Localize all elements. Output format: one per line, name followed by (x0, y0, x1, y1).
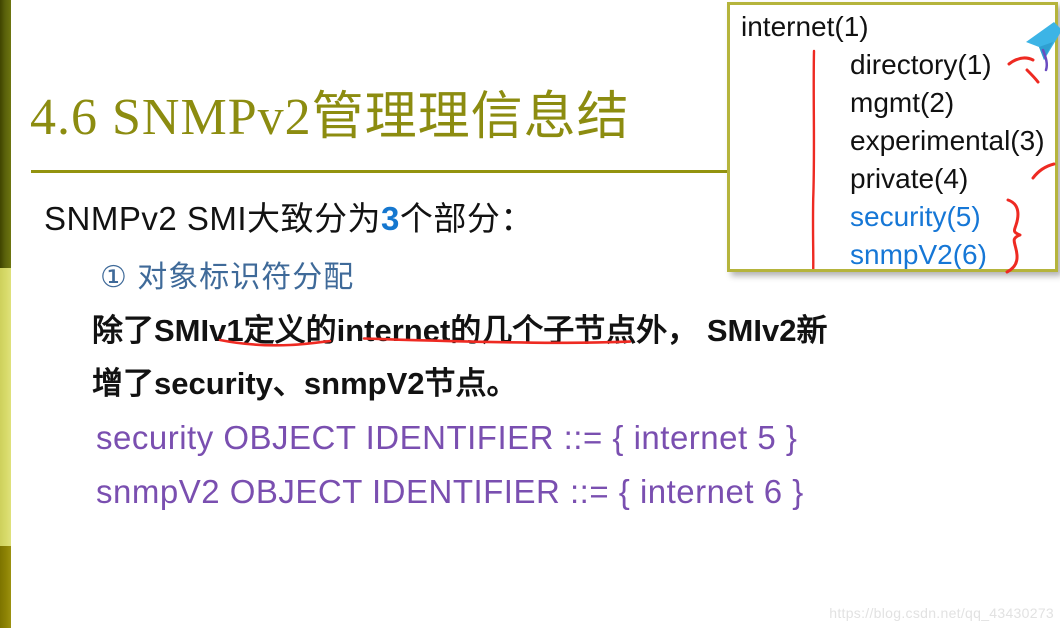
red-brace-icon (996, 196, 1046, 276)
watermark-text: https://blog.csdn.net/qq_43430273 (829, 605, 1054, 621)
body-line-1-suffix: 个部分： (399, 200, 534, 237)
red-vertical-stroke (810, 49, 818, 269)
red-underline-internet-subnodes (362, 336, 634, 346)
body-line-2-subheading: ① 对象标识符分配 (100, 261, 355, 294)
title-underline-rule (31, 170, 731, 173)
red-underline-smiv1 (218, 337, 333, 347)
left-accent-strip-top (0, 0, 11, 268)
body-line-1-prefix: SNMPv2 SMI大致分为 (44, 200, 382, 237)
left-accent-strip-middle (0, 268, 11, 546)
code-line-security: security OBJECT IDENTIFIER ::= { interne… (96, 419, 798, 456)
tree-node-mgmt: mgmt(2) (850, 87, 955, 118)
tree-node-experimental: experimental(3) (850, 125, 1045, 156)
red-stroke-fragment-middle (1030, 160, 1060, 190)
tree-node-security: security(5) (850, 201, 981, 232)
tree-node-snmpv2: snmpV2(6) (850, 239, 987, 270)
tree-node-private: private(4) (850, 163, 969, 194)
page-title: 4.6 SNMPv2管理理信息结 (30, 89, 630, 146)
code-line-snmpv2: snmpV2 OBJECT IDENTIFIER ::= { internet … (96, 473, 804, 510)
body-line-1: SNMPv2 SMI大致分为3个部分： (44, 192, 534, 240)
slide-canvas: 4.6 SNMPv2管理理信息结 SNMPv2 SMI大致分为3个部分： ① 对… (0, 0, 1060, 628)
tree-node-internet: internet(1) (741, 11, 869, 42)
cyan-arrow-cursor-icon (1020, 20, 1060, 76)
left-accent-strip-bottom (0, 546, 11, 628)
tree-node-directory: directory(1) (850, 49, 992, 80)
body-line-1-highlight-number: 3 (381, 200, 400, 237)
body-line-4: 增了security、snmpV2节点。 (92, 366, 518, 401)
